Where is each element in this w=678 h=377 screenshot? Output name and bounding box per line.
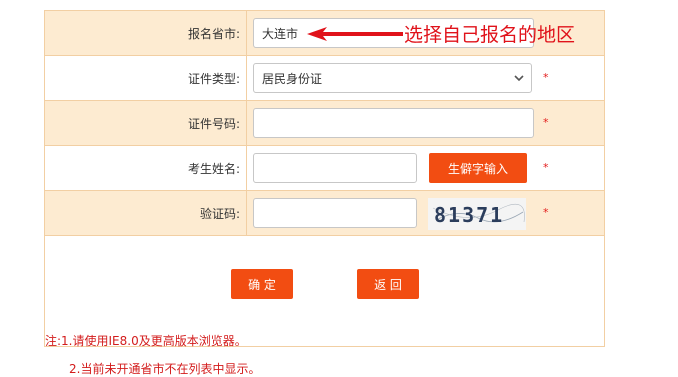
captcha-label: 验证码: bbox=[44, 190, 247, 236]
id-type-label: 证件类型: bbox=[44, 55, 247, 101]
name-input[interactable] bbox=[253, 153, 417, 183]
name-label: 考生姓名: bbox=[44, 145, 247, 191]
registration-form: 报名省市: 证件类型: 居民身份证 * 证件号码: * 考生姓名: 生僻字输入 bbox=[44, 10, 605, 376]
note-province: 2.当前未开通省市不在列表中显示。 bbox=[69, 362, 261, 376]
chevron-down-icon bbox=[514, 75, 524, 82]
required-mark: * bbox=[543, 116, 549, 129]
id-type-selected-value: 居民身份证 bbox=[262, 71, 323, 86]
actions-cell: 确 定 返 回 注:1.请使用IE8.0及更高版本浏览器。 2.当前未开通省市不… bbox=[44, 235, 605, 376]
confirm-button[interactable]: 确 定 bbox=[231, 269, 293, 299]
row-name: 考生姓名: 生僻字输入 * bbox=[44, 145, 605, 191]
note-browser: 注:1.请使用IE8.0及更高版本浏览器。 bbox=[45, 334, 247, 348]
captcha-field-cell: 81371 * bbox=[246, 190, 605, 236]
captcha-text: 81371 bbox=[434, 203, 504, 227]
required-mark: * bbox=[543, 206, 549, 219]
row-id-number: 证件号码: * bbox=[44, 100, 605, 146]
required-mark: * bbox=[543, 161, 549, 174]
row-captcha: 验证码: 81371 * bbox=[44, 190, 605, 236]
id-number-label: 证件号码: bbox=[44, 100, 247, 146]
row-actions: 确 定 返 回 注:1.请使用IE8.0及更高版本浏览器。 2.当前未开通省市不… bbox=[44, 235, 605, 376]
id-type-select[interactable]: 居民身份证 bbox=[253, 63, 532, 93]
row-id-type: 证件类型: 居民身份证 * bbox=[44, 55, 605, 101]
captcha-image[interactable]: 81371 bbox=[428, 198, 526, 230]
id-number-field-cell: * bbox=[246, 100, 605, 146]
rare-char-input-button[interactable]: 生僻字输入 bbox=[429, 153, 527, 183]
arrow-left-icon bbox=[307, 27, 403, 41]
annotation-select-region: 选择自己报名的地区 bbox=[404, 24, 576, 46]
province-label: 报名省市: bbox=[44, 10, 247, 56]
id-number-input[interactable] bbox=[253, 108, 534, 138]
required-mark: * bbox=[543, 71, 549, 84]
back-button[interactable]: 返 回 bbox=[357, 269, 419, 299]
captcha-input[interactable] bbox=[253, 198, 417, 228]
name-field-cell: 生僻字输入 * bbox=[246, 145, 605, 191]
id-type-field-cell: 居民身份证 * bbox=[246, 55, 605, 101]
